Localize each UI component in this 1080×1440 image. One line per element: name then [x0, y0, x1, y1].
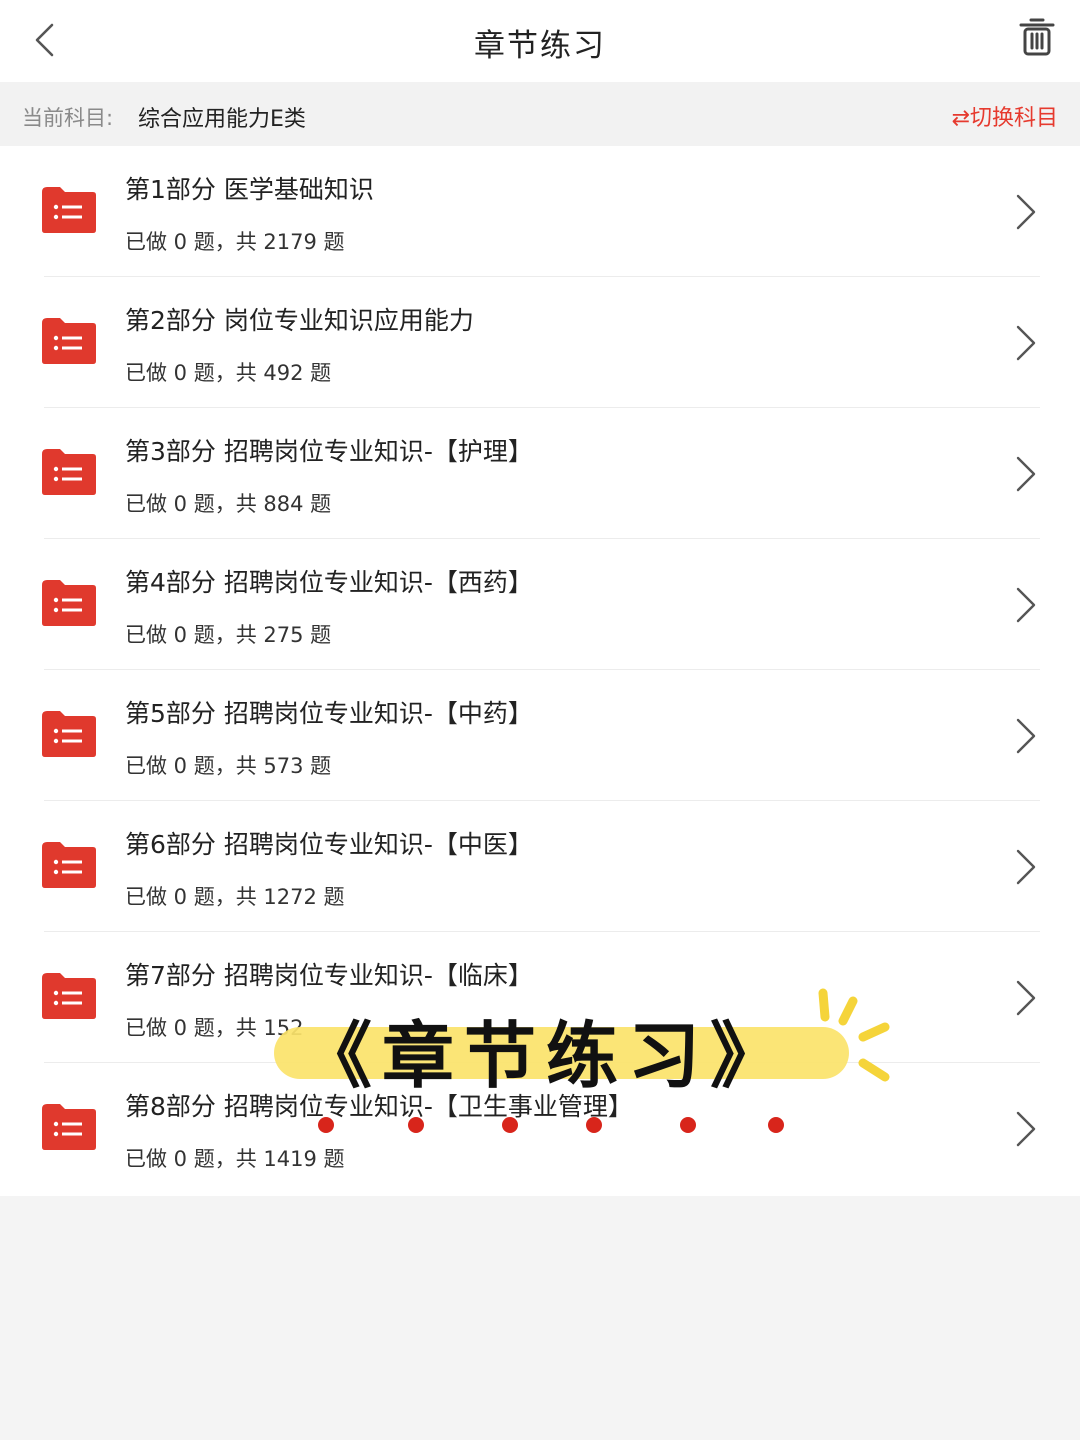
chapter-title: 第8部分 招聘岗位专业知识-【卫生事业管理】 [125, 1092, 633, 1121]
chevron-right-icon [1016, 194, 1036, 230]
chevron-right-icon [1016, 325, 1036, 361]
folder-list-icon [42, 842, 96, 888]
chapter-item-8[interactable]: 第8部分 招聘岗位专业知识-【卫生事业管理】 已做 0 题，共 1419 题 [0, 1063, 1080, 1194]
folder-list-icon [42, 187, 96, 233]
chapter-stats: 已做 0 题，共 152 [125, 1016, 304, 1040]
switch-subject-button[interactable]: ⇄切换科目 [952, 100, 1058, 132]
chevron-right-icon [1016, 456, 1036, 492]
chapter-title: 第5部分 招聘岗位专业知识-【中药】 [125, 699, 533, 728]
chapter-stats: 已做 0 题，共 492 题 [125, 361, 332, 385]
top-bar: 章节练习 [0, 0, 1080, 82]
chevron-right-icon [1016, 1111, 1036, 1147]
delete-button[interactable] [1014, 14, 1060, 60]
chapter-item-1[interactable]: 第1部分 医学基础知识 已做 0 题，共 2179 题 [0, 146, 1080, 277]
chapter-stats: 已做 0 题，共 275 题 [125, 623, 332, 647]
chapter-item-4[interactable]: 第4部分 招聘岗位专业知识-【西药】 已做 0 题，共 275 题 [0, 539, 1080, 670]
chevron-right-icon [1016, 587, 1036, 623]
chapter-title: 第2部分 岗位专业知识应用能力 [125, 306, 474, 335]
chapter-title: 第7部分 招聘岗位专业知识-【临床】 [125, 961, 533, 990]
chapter-title: 第3部分 招聘岗位专业知识-【护理】 [125, 437, 533, 466]
chapter-stats: 已做 0 题，共 1419 题 [125, 1147, 345, 1171]
chapter-item-5[interactable]: 第5部分 招聘岗位专业知识-【中药】 已做 0 题，共 573 题 [0, 670, 1080, 801]
chapter-item-6[interactable]: 第6部分 招聘岗位专业知识-【中医】 已做 0 题，共 1272 题 [0, 801, 1080, 932]
chapter-item-7[interactable]: 第7部分 招聘岗位专业知识-【临床】 已做 0 题，共 152 [0, 932, 1080, 1063]
chapter-item-2[interactable]: 第2部分 岗位专业知识应用能力 已做 0 题，共 492 题 [0, 277, 1080, 408]
folder-list-icon [42, 449, 96, 495]
subject-value: 综合应用能力E类 [138, 107, 306, 132]
chapter-stats: 已做 0 题，共 573 题 [125, 754, 332, 778]
folder-list-icon [42, 580, 96, 626]
folder-list-icon [42, 318, 96, 364]
page-title: 章节练习 [474, 28, 606, 64]
chevron-right-icon [1016, 849, 1036, 885]
chapter-stats: 已做 0 题，共 2179 题 [125, 230, 345, 254]
chapter-title: 第6部分 招聘岗位专业知识-【中医】 [125, 830, 533, 859]
chapter-stats: 已做 0 题，共 1272 题 [125, 885, 345, 909]
chapter-item-3[interactable]: 第3部分 招聘岗位专业知识-【护理】 已做 0 题，共 884 题 [0, 408, 1080, 539]
folder-list-icon [42, 1104, 96, 1150]
chevron-right-icon [1016, 718, 1036, 754]
folder-list-icon [42, 711, 96, 757]
subject-label: 当前科目: [22, 106, 114, 130]
chapter-list: 第1部分 医学基础知识 已做 0 题，共 2179 题 第2部分 岗位专业知识应… [0, 146, 1080, 1196]
chapter-stats: 已做 0 题，共 884 题 [125, 492, 332, 516]
subject-bar: 当前科目: 综合应用能力E类 ⇄切换科目 [0, 82, 1080, 146]
chapter-title: 第1部分 医学基础知识 [125, 175, 374, 204]
chevron-right-icon [1016, 980, 1036, 1016]
trash-icon [1019, 18, 1055, 56]
chapter-title: 第4部分 招聘岗位专业知识-【西药】 [125, 568, 533, 597]
folder-list-icon [42, 973, 96, 1019]
